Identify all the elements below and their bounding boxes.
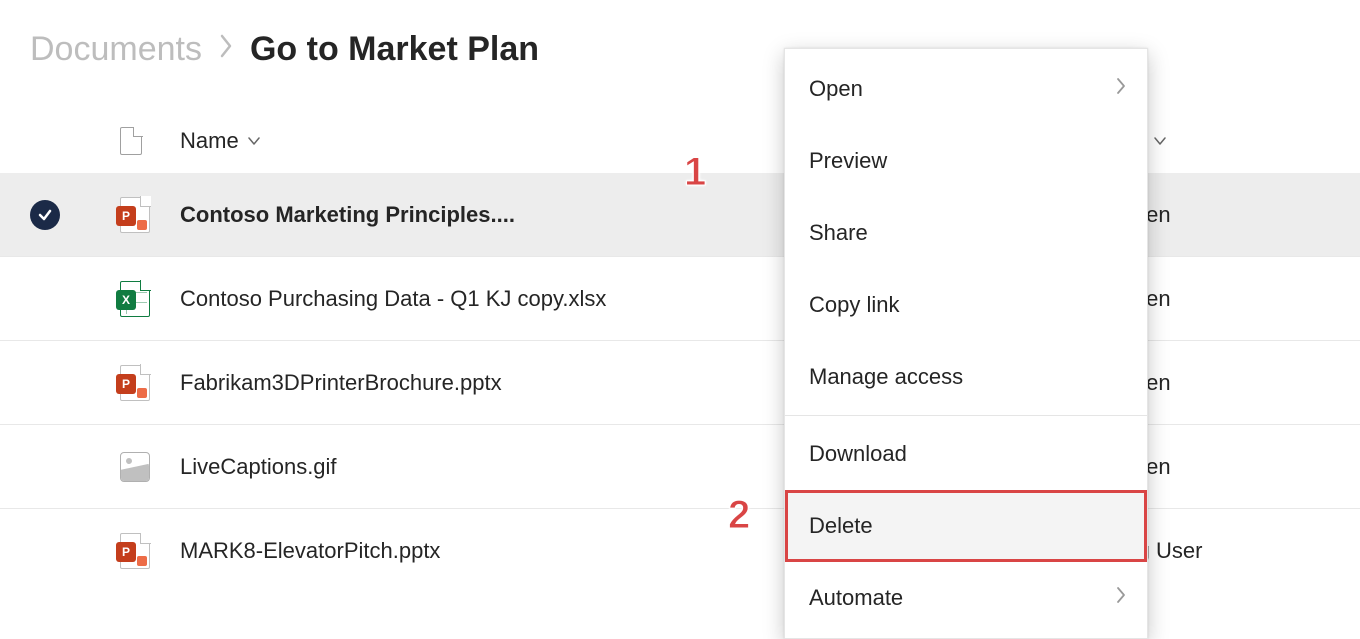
breadcrumb-current: Go to Market Plan bbox=[250, 30, 539, 69]
table-row[interactable]: P Fabrikam3DPrinterBrochure.pptx Megan B… bbox=[0, 341, 1360, 425]
context-menu: Open Preview Share Copy link Manage acce… bbox=[784, 48, 1148, 639]
image-file-icon bbox=[120, 452, 150, 482]
file-type-column-icon[interactable] bbox=[120, 127, 142, 155]
chevron-down-icon bbox=[1153, 134, 1167, 148]
excel-file-icon: X bbox=[120, 281, 150, 317]
breadcrumb-parent[interactable]: Documents bbox=[30, 30, 202, 69]
table-row[interactable]: P Contoso Marketing Principles.... Megan… bbox=[0, 173, 1360, 257]
table-row[interactable]: P MARK8-ElevatorPitch.pptx Provisioning … bbox=[0, 509, 1360, 593]
menu-item-open[interactable]: Open bbox=[785, 53, 1147, 125]
chevron-right-icon bbox=[1115, 585, 1127, 611]
menu-item-label: Download bbox=[809, 441, 907, 467]
menu-item-label: Copy link bbox=[809, 292, 899, 318]
powerpoint-file-icon: P bbox=[120, 533, 150, 569]
powerpoint-file-icon: P bbox=[120, 197, 150, 233]
menu-item-preview[interactable]: Preview bbox=[785, 125, 1147, 197]
menu-item-label: Automate bbox=[809, 585, 903, 611]
annotation-callout-2: 2 bbox=[728, 493, 750, 538]
chevron-right-icon bbox=[218, 33, 234, 66]
file-name[interactable]: Fabrikam3DPrinterBrochure.pptx bbox=[180, 370, 502, 396]
menu-item-label: Manage access bbox=[809, 364, 963, 390]
powerpoint-file-icon: P bbox=[120, 365, 150, 401]
table-header: Name Modified By bbox=[0, 109, 1360, 173]
menu-item-label: Delete bbox=[809, 513, 873, 539]
table-row[interactable]: X Contoso Purchasing Data - Q1 KJ copy.x… bbox=[0, 257, 1360, 341]
table-row[interactable]: LiveCaptions.gif Megan Bowen bbox=[0, 425, 1360, 509]
menu-item-manage-access[interactable]: Manage access bbox=[785, 341, 1147, 413]
selected-check-icon[interactable] bbox=[30, 200, 60, 230]
file-name[interactable]: Contoso Marketing Principles.... bbox=[180, 202, 515, 228]
file-table: Name Modified By P Contoso Marketing Pri… bbox=[0, 109, 1360, 593]
annotation-callout-1: 1 bbox=[684, 150, 706, 195]
menu-item-label: Open bbox=[809, 76, 863, 102]
menu-item-copy-link[interactable]: Copy link bbox=[785, 269, 1147, 341]
menu-item-label: Share bbox=[809, 220, 868, 246]
menu-separator bbox=[785, 415, 1147, 416]
breadcrumb: Documents Go to Market Plan bbox=[0, 0, 1360, 89]
file-name[interactable]: Contoso Purchasing Data - Q1 KJ copy.xls… bbox=[180, 286, 606, 312]
chevron-down-icon bbox=[247, 134, 261, 148]
chevron-right-icon bbox=[1115, 76, 1127, 102]
column-header-name[interactable]: Name bbox=[180, 128, 870, 154]
menu-item-label: Preview bbox=[809, 148, 887, 174]
file-name[interactable]: MARK8-ElevatorPitch.pptx bbox=[180, 538, 440, 564]
menu-item-download[interactable]: Download bbox=[785, 418, 1147, 490]
column-header-name-label: Name bbox=[180, 128, 239, 154]
menu-item-share[interactable]: Share bbox=[785, 197, 1147, 269]
menu-item-automate[interactable]: Automate bbox=[785, 562, 1147, 634]
menu-item-delete[interactable]: Delete bbox=[785, 490, 1147, 562]
file-name[interactable]: LiveCaptions.gif bbox=[180, 454, 337, 480]
